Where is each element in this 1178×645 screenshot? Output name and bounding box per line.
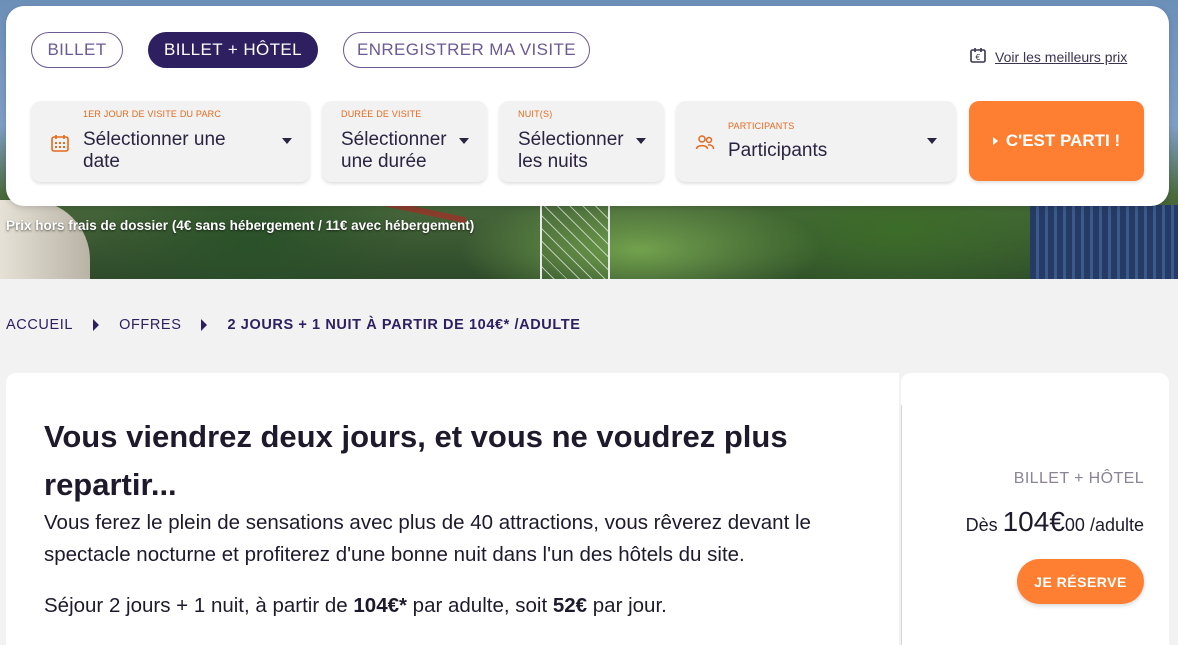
offer-headline: Vous viendrez deux jours, et vous ne vou…	[44, 419, 788, 502]
chevron-down-icon	[927, 138, 937, 144]
tab-billet-hotel[interactable]: BILLET + HÔTEL	[148, 32, 318, 68]
reserve-button[interactable]: JE RÉSERVE	[1017, 559, 1144, 604]
offer-stay-summary: Séjour 2 jours + 1 nuit, à partir de 104…	[44, 594, 667, 618]
chevron-down-icon	[282, 138, 292, 144]
caret-right-icon	[992, 137, 998, 145]
hero-person-shape	[0, 200, 90, 279]
stay-price: 104€*	[353, 594, 407, 617]
hero-tower-shape	[540, 200, 610, 279]
date-field-label: 1ER JOUR DE VISITE DU PARC	[83, 109, 222, 119]
offer-card: Vous viendrez deux jours, et vous ne vou…	[6, 373, 899, 645]
duration-field-label: DURÉE DE VISITE	[341, 109, 422, 119]
date-select[interactable]: 1ER JOUR DE VISITE DU PARC Sélectionner …	[31, 101, 310, 182]
pricing-amount: Dès 104€00 /adulte	[966, 506, 1144, 538]
nights-field-label: NUIT(S)	[518, 109, 553, 119]
hero-building-shape	[1030, 205, 1178, 279]
date-value-line2: date	[83, 151, 120, 172]
stay-middle: par adulte, soit	[406, 594, 553, 617]
participants-field-label: PARTICIPANTS	[728, 121, 795, 131]
price-tag-icon: €	[969, 46, 987, 67]
duration-value-line1: Sélectionner	[341, 129, 447, 150]
breadcrumb-item-offres[interactable]: OFFRES	[119, 317, 181, 333]
caret-right-icon	[93, 319, 100, 331]
breadcrumb: ACCUEIL OFFRES 2 JOURS + 1 NUIT À PARTIR…	[6, 317, 581, 333]
pricing-from: Dès	[965, 515, 998, 535]
participants-icon	[695, 134, 715, 157]
submit-search-button[interactable]: C'EST PARTI !	[969, 101, 1144, 181]
breadcrumb-current: 2 JOURS + 1 NUIT À PARTIR DE 104€* /ADUL…	[227, 317, 581, 333]
nights-value-line2: les nuits	[518, 151, 588, 172]
duration-select[interactable]: DURÉE DE VISITE Sélectionner une durée	[322, 101, 487, 182]
booking-panel: BILLET BILLET + HÔTEL ENREGISTRER MA VIS…	[6, 6, 1169, 206]
card-divider	[901, 405, 902, 645]
pricing-cents: 00	[1064, 515, 1085, 535]
caret-right-icon	[201, 319, 208, 331]
tab-enregistrer-visite[interactable]: ENREGISTRER MA VISITE	[343, 32, 590, 68]
best-price-label: Voir les meilleurs prix	[995, 48, 1128, 65]
calendar-icon	[50, 133, 70, 158]
participants-select[interactable]: PARTICIPANTS Participants	[676, 101, 956, 182]
svg-text:€: €	[975, 53, 980, 62]
offer-description: Vous ferez le plein de sensations avec p…	[44, 511, 811, 566]
tab-billet[interactable]: BILLET	[31, 32, 123, 68]
nights-select[interactable]: NUIT(S) Sélectionner les nuits	[499, 101, 664, 182]
pricing-main: 104€	[1002, 506, 1065, 537]
pricing-type: BILLET + HÔTEL	[1013, 470, 1144, 487]
stay-suffix: par jour.	[587, 594, 667, 617]
nights-value-line1: Sélectionner	[518, 129, 624, 150]
chevron-down-icon	[459, 138, 469, 144]
participants-value: Participants	[728, 140, 828, 161]
stay-prefix: Séjour 2 jours + 1 nuit, à partir de	[44, 594, 354, 617]
hero-price-note: Prix hors frais de dossier (4€ sans hébe…	[6, 218, 475, 233]
date-value-line1: Sélectionner une	[83, 129, 226, 150]
breadcrumb-item-accueil[interactable]: ACCUEIL	[6, 317, 73, 333]
stay-daily-price: 52€	[552, 594, 588, 617]
pricing-unit: /adulte	[1089, 515, 1144, 535]
pricing-card: BILLET + HÔTEL Dès 104€00 /adulte JE RÉS…	[901, 373, 1169, 645]
best-price-link[interactable]: € Voir les meilleurs prix	[969, 46, 1127, 67]
submit-search-label: C'EST PARTI !	[1005, 131, 1121, 150]
chevron-down-icon	[636, 138, 646, 144]
duration-value-line2: une durée	[341, 151, 427, 172]
